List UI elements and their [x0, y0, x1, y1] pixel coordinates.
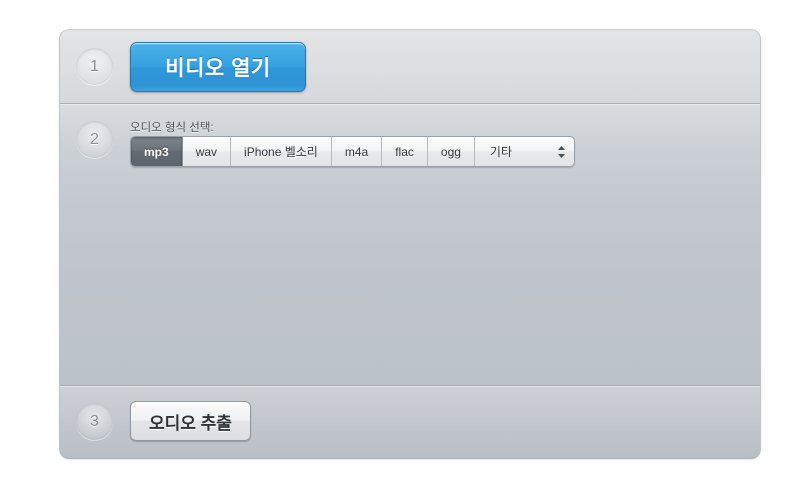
step-row-open-video: 1 비디오 열기 — [60, 30, 760, 103]
step-row-extract-audio: 3 오디오 추출 — [60, 385, 760, 458]
audio-format-segmented-control[interactable]: mp3 wav iPhone 벨소리 m4a flac ogg 기타 — [130, 136, 575, 167]
extract-audio-button[interactable]: 오디오 추출 — [130, 401, 251, 441]
format-popup-value: 기타 — [489, 145, 513, 159]
step-number-badge-2: 2 — [76, 121, 113, 158]
format-segment-wav[interactable]: wav — [183, 137, 232, 166]
format-segment-ogg[interactable]: ogg — [428, 137, 475, 166]
app-window: 1 비디오 열기 2 오디오 형식 선택: mp3 wav iPhone 벨소리… — [0, 0, 800, 503]
step-number-badge-3: 3 — [76, 403, 113, 440]
format-segment-mp3[interactable]: mp3 — [131, 137, 183, 166]
format-segment-flac[interactable]: flac — [382, 137, 428, 166]
audio-format-label: 오디오 형식 선택: — [130, 122, 214, 134]
step-number-badge-1: 1 — [76, 48, 113, 85]
main-panel: 1 비디오 열기 2 오디오 형식 선택: mp3 wav iPhone 벨소리… — [60, 30, 760, 458]
format-segment-other-popup[interactable]: 기타 — [475, 137, 574, 166]
stepper-up-down-icon[interactable] — [557, 145, 566, 159]
step-row-choose-format: 2 오디오 형식 선택: mp3 wav iPhone 벨소리 m4a flac… — [60, 103, 760, 385]
format-segment-m4a[interactable]: m4a — [332, 137, 383, 166]
format-segment-iphone-ringtone[interactable]: iPhone 벨소리 — [231, 137, 332, 166]
open-video-button[interactable]: 비디오 열기 — [130, 42, 306, 92]
